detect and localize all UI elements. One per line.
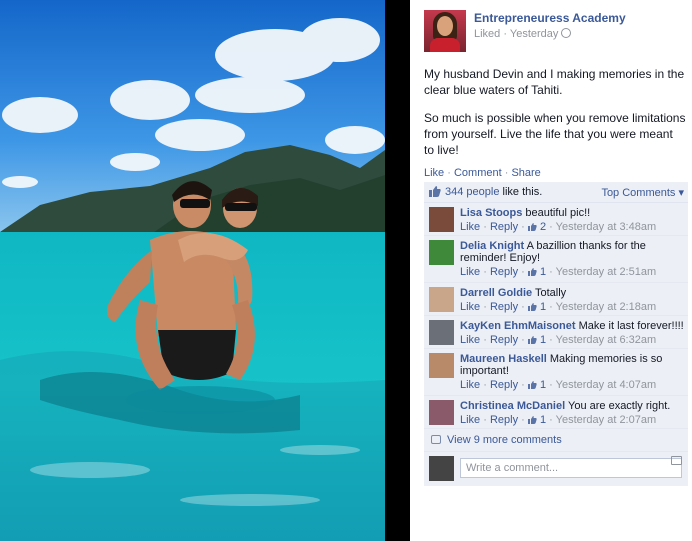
comment-like-link[interactable]: Like bbox=[460, 334, 480, 346]
post-paragraph-2: So much is possible when you remove limi… bbox=[424, 111, 686, 157]
post-header: Entrepreneuress Academy Liked · Yesterda… bbox=[424, 10, 686, 54]
comment-link[interactable]: Comment bbox=[454, 167, 502, 179]
comment-reply-link[interactable]: Reply bbox=[490, 301, 518, 313]
comment-item: Maureen Haskell Making memories is so im… bbox=[424, 349, 688, 396]
likes-suffix: like this. bbox=[502, 186, 543, 198]
commenter-name-link[interactable]: KayKen EhmMaisonet bbox=[460, 320, 576, 332]
comment-like-link[interactable]: Like bbox=[460, 221, 480, 233]
likes-count-link[interactable]: 344 people bbox=[445, 186, 499, 198]
commenter-name-link[interactable]: Maureen Haskell bbox=[460, 353, 547, 365]
comment-likes-icon bbox=[527, 303, 537, 311]
comments-section: 344 people like this. Top Comments ▾ Lis… bbox=[424, 182, 688, 486]
comment-text: Make it last forever!!!! bbox=[578, 320, 684, 332]
comment-timestamp[interactable]: Yesterday at 2:07am bbox=[556, 414, 657, 426]
share-link[interactable]: Share bbox=[511, 167, 540, 179]
commenter-name-link[interactable]: Lisa Stoops bbox=[460, 207, 522, 219]
comment-timestamp[interactable]: Yesterday at 2:18am bbox=[556, 301, 657, 313]
comment-likes-icon bbox=[527, 336, 537, 344]
comment-like-link[interactable]: Like bbox=[460, 379, 480, 391]
comment-timestamp[interactable]: Yesterday at 4:07am bbox=[556, 379, 657, 391]
comment-likes-icon bbox=[527, 416, 537, 424]
top-comments-dropdown[interactable]: Top Comments ▾ bbox=[601, 186, 684, 199]
comment-reply-link[interactable]: Reply bbox=[490, 266, 518, 278]
comment-text: beautiful pic!! bbox=[525, 207, 591, 219]
view-more-label[interactable]: View 9 more comments bbox=[447, 434, 562, 446]
post-paragraph-1: My husband Devin and I making memories i… bbox=[424, 67, 685, 97]
comments-list: Lisa Stoops beautiful pic!! Like · Reply … bbox=[424, 203, 688, 429]
globe-icon bbox=[561, 28, 572, 38]
comment-input[interactable]: Write a comment... bbox=[460, 458, 682, 478]
comment-likes-icon bbox=[527, 381, 537, 389]
comment-reply-link[interactable]: Reply bbox=[490, 221, 518, 233]
comment-item: Delia Knight A bazillion thanks for the … bbox=[424, 236, 688, 283]
comment-timestamp[interactable]: Yesterday at 6:32am bbox=[556, 334, 657, 346]
post-meta: Liked · Yesterday bbox=[474, 28, 572, 40]
comment-likes-count[interactable]: 2 bbox=[540, 221, 546, 233]
like-link[interactable]: Like bbox=[424, 167, 444, 179]
page-name-link[interactable]: Entrepreneuress Academy bbox=[474, 11, 626, 25]
comment-like-link[interactable]: Like bbox=[460, 414, 480, 426]
post-text: My husband Devin and I making memories i… bbox=[424, 66, 686, 170]
post-meta-text[interactable]: Liked · Yesterday bbox=[474, 28, 558, 40]
comment-reply-link[interactable]: Reply bbox=[490, 414, 518, 426]
comment-item: Lisa Stoops beautiful pic!! Like · Reply … bbox=[424, 203, 688, 236]
comment-likes-count[interactable]: 1 bbox=[540, 334, 546, 346]
commenter-name-link[interactable]: Christinea McDaniel bbox=[460, 400, 565, 412]
comment-timestamp[interactable]: Yesterday at 2:51am bbox=[556, 266, 657, 278]
comment-reply-link[interactable]: Reply bbox=[490, 379, 518, 391]
commenter-name-link[interactable]: Delia Knight bbox=[460, 240, 524, 252]
thumbs-up-icon bbox=[429, 186, 441, 197]
post-photo[interactable] bbox=[0, 0, 385, 541]
write-comment-row: Write a comment... bbox=[424, 452, 688, 486]
commenter-avatar[interactable] bbox=[429, 320, 454, 345]
comment-timestamp[interactable]: Yesterday at 3:48am bbox=[556, 221, 657, 233]
commenter-avatar[interactable] bbox=[429, 353, 454, 378]
comment-reply-link[interactable]: Reply bbox=[490, 334, 518, 346]
commenter-name-link[interactable]: Darrell Goldie bbox=[460, 287, 532, 299]
post-actions: Like · Comment · Share bbox=[424, 167, 541, 179]
comment-likes-count[interactable]: 1 bbox=[540, 414, 546, 426]
comment-text: Totally bbox=[535, 287, 567, 299]
comment-likes-count[interactable]: 1 bbox=[540, 266, 546, 278]
comment-like-link[interactable]: Like bbox=[460, 301, 480, 313]
commenter-avatar[interactable] bbox=[429, 240, 454, 265]
comment-item: Darrell Goldie Totally Like · Reply · 1 ·… bbox=[424, 283, 688, 316]
current-user-avatar bbox=[429, 456, 454, 481]
likes-summary: 344 people like this. Top Comments ▾ bbox=[424, 182, 688, 203]
camera-icon[interactable] bbox=[671, 456, 682, 465]
comment-item: Christinea McDaniel You are exactly righ… bbox=[424, 396, 688, 429]
comment-likes-icon bbox=[527, 223, 537, 231]
view-more-comments[interactable]: View 9 more comments bbox=[424, 429, 688, 452]
photo-scene bbox=[0, 0, 385, 541]
comment-likes-icon bbox=[527, 268, 537, 276]
commenter-avatar[interactable] bbox=[429, 400, 454, 425]
comment-likes-count[interactable]: 1 bbox=[540, 301, 546, 313]
comment-like-link[interactable]: Like bbox=[460, 266, 480, 278]
page-avatar[interactable] bbox=[424, 10, 466, 52]
comment-text: You are exactly right. bbox=[568, 400, 671, 412]
comment-likes-count[interactable]: 1 bbox=[540, 379, 546, 391]
comment-item: KayKen EhmMaisonet Make it last forever!… bbox=[424, 316, 688, 349]
commenter-avatar[interactable] bbox=[429, 287, 454, 312]
comment-bubble-icon bbox=[431, 435, 441, 444]
commenter-avatar[interactable] bbox=[429, 207, 454, 232]
